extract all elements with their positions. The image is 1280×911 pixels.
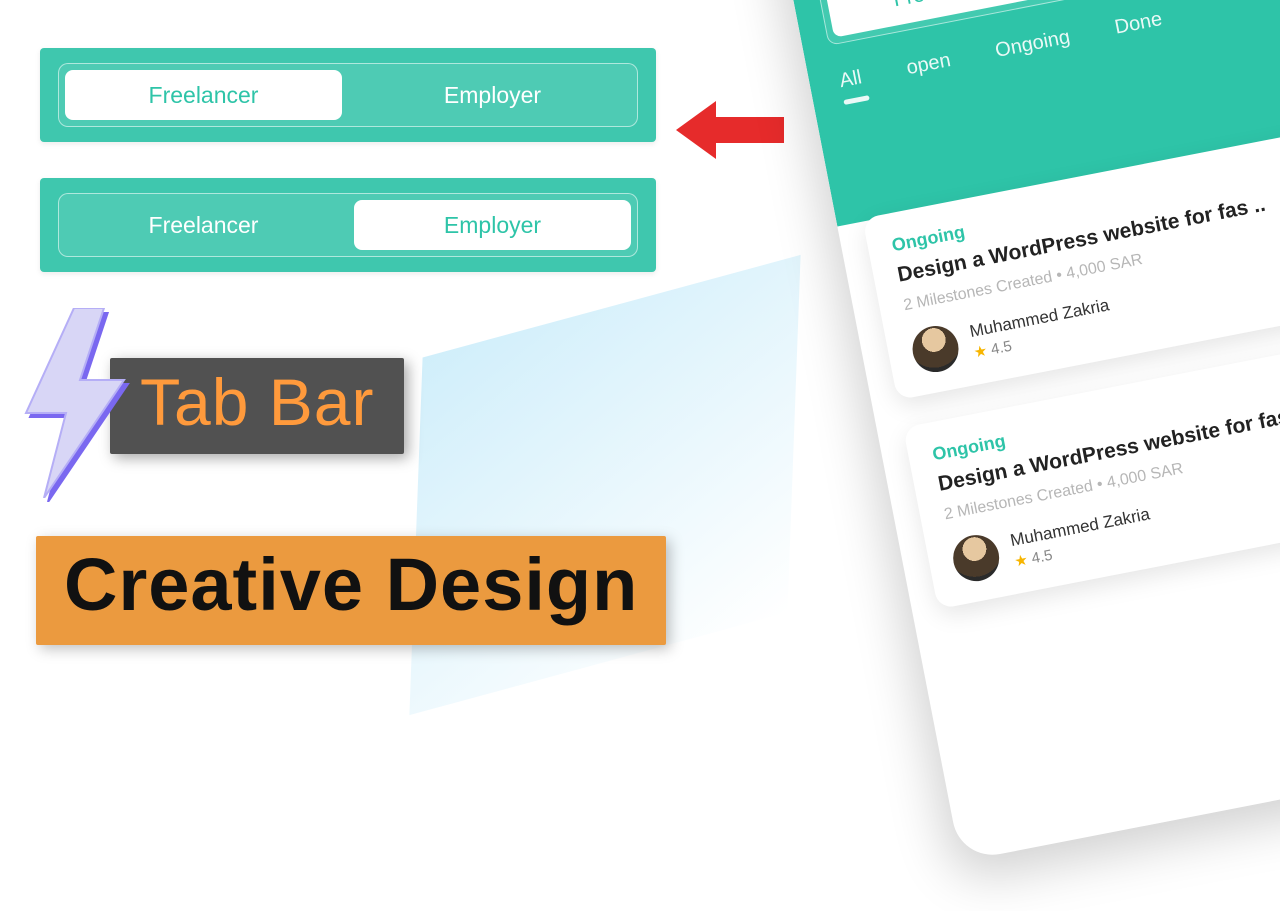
lightning-icon: [14, 308, 134, 498]
avatar: [949, 531, 1003, 585]
tab-employer[interactable]: Employer: [348, 212, 637, 239]
decorative-shard: [409, 255, 800, 715]
banner-creative-design: Creative Design: [36, 536, 666, 645]
arrow-icon: [676, 95, 786, 165]
filter-all[interactable]: All: [838, 66, 866, 103]
filter-open[interactable]: open: [905, 49, 955, 90]
demo-tab-bar-freelancer-active: Freelancer Employer: [40, 48, 656, 142]
tab-freelancer[interactable]: Freelancer: [59, 212, 348, 239]
banner-tab-bar: Tab Bar: [110, 358, 404, 454]
star-icon: ★: [972, 342, 988, 361]
demo-tab-track: Freelancer Employer: [58, 63, 638, 127]
tab-freelancer[interactable]: Freelancer: [59, 82, 348, 109]
filter-done[interactable]: Done: [1113, 8, 1166, 50]
star-icon: ★: [1013, 551, 1029, 570]
demo-tab-track: Freelancer Employer: [58, 193, 638, 257]
avatar: [909, 322, 963, 376]
filter-ongoing[interactable]: Ongoing: [993, 26, 1074, 73]
demo-tab-bar-employer-active: Freelancer Employer: [40, 178, 656, 272]
tab-employer[interactable]: Employer: [348, 82, 637, 109]
phone-mockup: 52% Home Freelancer Employer All open On…: [770, 0, 1280, 911]
